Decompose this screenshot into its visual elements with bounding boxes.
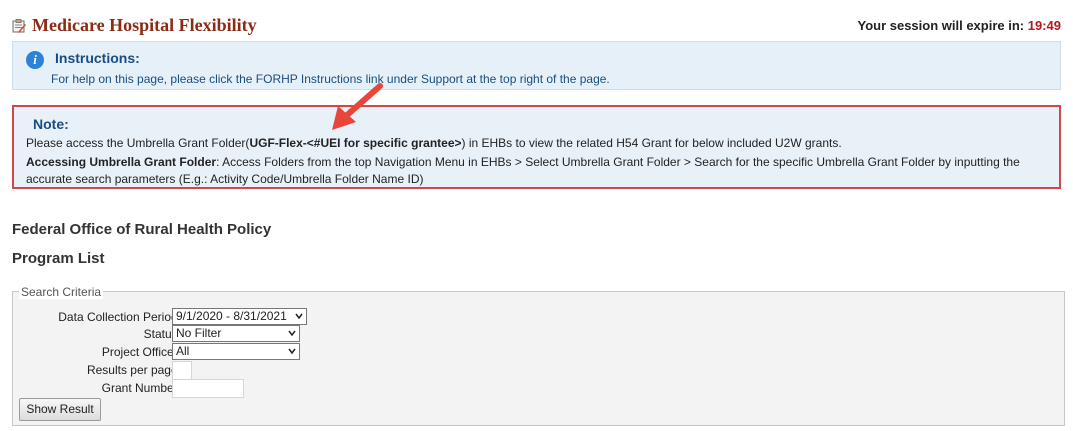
arrow-annotation	[332, 83, 383, 130]
info-icon: i	[26, 51, 44, 69]
note-line1-prefix: Please access the Umbrella Grant Folder(	[26, 136, 250, 150]
period-label: Data Collection Period:	[58, 310, 181, 324]
officer-row: Project Officer: All	[13, 343, 413, 360]
status-select[interactable]: No Filter	[172, 325, 300, 342]
note-panel: Note: Please access the Umbrella Grant F…	[12, 105, 1061, 189]
org-title: Federal Office of Rural Health Policy	[12, 221, 272, 238]
clipboard-icon	[12, 19, 26, 33]
period-row: Data Collection Period: 9/1/2020 - 8/31/…	[13, 308, 413, 325]
page-header: Medicare Hospital Flexibility Your sessi…	[12, 14, 1061, 38]
instructions-title: Instructions:	[55, 50, 140, 66]
results-label: Results per page:	[86, 363, 181, 377]
results-per-page-input[interactable]	[172, 361, 192, 380]
session-time: 19:49	[1027, 18, 1061, 33]
period-select[interactable]: 9/1/2020 - 8/31/2021	[172, 308, 307, 325]
session-label: Your session will expire in:	[857, 18, 1025, 33]
note-line-accessing: Accessing Umbrella Grant Folder: Access …	[26, 154, 1047, 188]
status-value: No Filter	[176, 326, 222, 340]
instructions-panel: i Instructions: For help on this page, p…	[12, 41, 1061, 90]
note-line2-bold: Accessing Umbrella Grant Folder	[26, 155, 217, 169]
results-row: Results per page:	[13, 361, 413, 380]
officer-select[interactable]: All	[172, 343, 300, 360]
grant-number-input[interactable]	[172, 379, 244, 398]
period-value: 9/1/2020 - 8/31/2021	[176, 309, 287, 323]
chevron-down-icon	[288, 330, 296, 337]
note-line1-bold: UGF-Flex-<#UEI for specific grantee>	[249, 136, 462, 150]
search-criteria-legend: Search Criteria	[19, 285, 104, 299]
officer-label: Project Officer:	[101, 345, 181, 359]
note-line1-suffix: ) in EHBs to view the related H54 Grant …	[461, 136, 842, 150]
grant-row: Grant Number:	[13, 379, 413, 398]
page-title: Medicare Hospital Flexibility	[32, 15, 257, 35]
chevron-down-icon	[288, 348, 296, 355]
chevron-down-icon	[295, 313, 303, 320]
show-result-button[interactable]: Show Result	[19, 398, 101, 421]
officer-value: All	[176, 344, 190, 358]
note-line-umbrella: Please access the Umbrella Grant Folder(…	[26, 136, 842, 150]
search-criteria-fieldset: Search Criteria Data Collection Period: …	[12, 285, 1065, 426]
list-title: Program List	[12, 250, 105, 267]
status-row: Status: No Filter	[13, 325, 413, 342]
session-timer: Your session will expire in: 19:49	[857, 18, 1061, 33]
grant-label: Grant Number:	[101, 381, 181, 395]
note-title: Note:	[33, 116, 69, 132]
